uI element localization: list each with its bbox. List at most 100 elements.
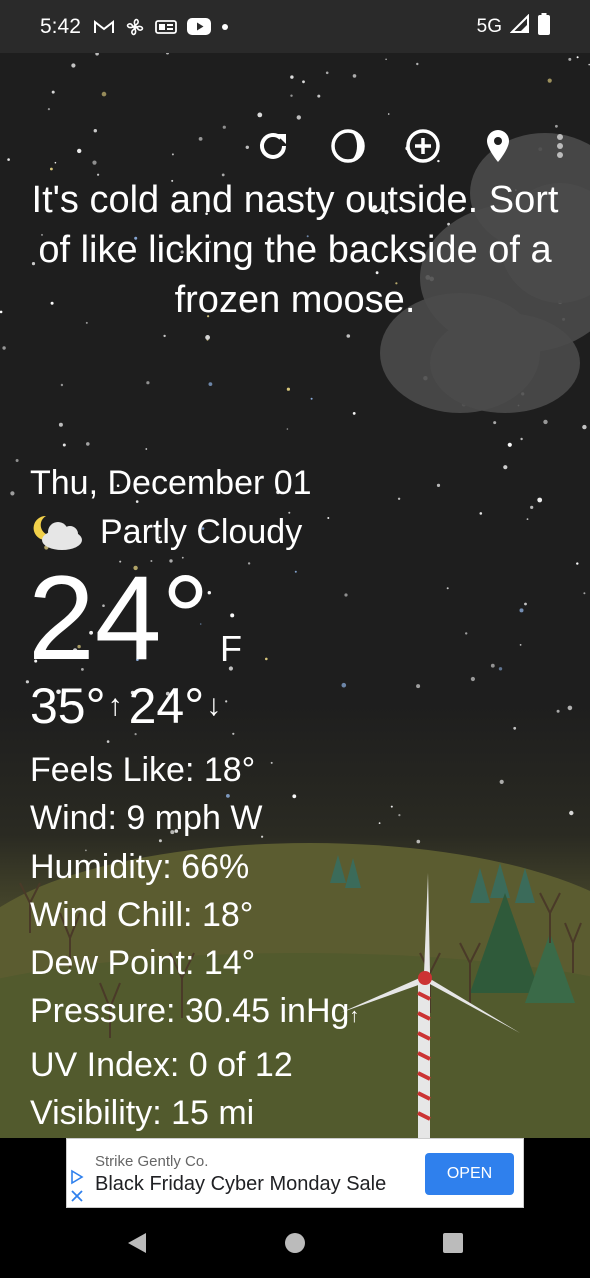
temperature-unit: F xyxy=(220,628,242,669)
star xyxy=(310,397,313,400)
add-location-button[interactable] xyxy=(404,127,442,165)
detail-wind-chill: Wind Chill: 18° xyxy=(30,891,359,939)
ad-open-button[interactable]: OPEN xyxy=(425,1153,514,1195)
star xyxy=(556,709,560,713)
battery-icon xyxy=(538,12,550,41)
star xyxy=(62,443,66,447)
star xyxy=(290,75,294,79)
detail-label: Feels Like: xyxy=(30,751,195,789)
current-temperature: 24° xyxy=(28,551,210,685)
add-location-icon xyxy=(406,129,440,163)
star xyxy=(95,53,99,56)
star xyxy=(325,71,329,75)
detail-pressure: Pressure: 30.45 inHg↑ xyxy=(30,987,359,1040)
star xyxy=(86,442,90,446)
star xyxy=(479,512,483,515)
star xyxy=(519,644,522,646)
star xyxy=(92,160,97,165)
fan-icon xyxy=(125,17,145,37)
star xyxy=(436,483,441,487)
star xyxy=(222,125,226,129)
star xyxy=(286,428,289,430)
star xyxy=(265,657,268,661)
home-icon xyxy=(285,1233,305,1253)
star xyxy=(513,726,517,730)
status-right: 5G xyxy=(477,12,550,41)
detail-value: 30.45 inHg xyxy=(184,992,350,1031)
star xyxy=(302,80,305,84)
refresh-icon xyxy=(260,132,286,159)
star xyxy=(576,56,579,59)
back-icon xyxy=(128,1233,146,1253)
detail-dew-point: Dew Point: 14° xyxy=(30,939,359,987)
star xyxy=(247,562,251,565)
star xyxy=(352,412,356,415)
star xyxy=(583,592,586,595)
detail-label: Pressure: xyxy=(30,992,176,1031)
detail-label: Wind: xyxy=(30,799,117,838)
star xyxy=(490,663,495,668)
home-button[interactable] xyxy=(282,1230,308,1256)
star xyxy=(498,667,503,671)
star xyxy=(290,94,293,97)
star xyxy=(346,334,351,338)
adchoices-icon[interactable] xyxy=(70,1169,84,1203)
detail-label: UV Index: xyxy=(30,1045,180,1084)
star xyxy=(10,491,15,496)
ad-title[interactable]: Black Friday Cyber Monday Sale xyxy=(95,1173,386,1196)
forecast-date: Thu, December 01 xyxy=(30,464,312,502)
star xyxy=(385,58,387,61)
detail-feels-like: Feels Like: 18° xyxy=(30,746,359,794)
ad-advertiser: Strike Gently Co. xyxy=(95,1153,209,1170)
more-options-button[interactable] xyxy=(554,127,566,165)
star xyxy=(398,814,401,817)
gmail-icon xyxy=(93,19,115,35)
star xyxy=(145,448,148,450)
navigation-bar xyxy=(0,1208,590,1278)
location-pin-icon xyxy=(487,130,509,162)
star xyxy=(232,732,235,735)
star xyxy=(547,78,552,83)
detail-label: Visibility: xyxy=(30,1094,162,1133)
star xyxy=(567,705,573,711)
star xyxy=(569,810,574,816)
high-temperature: 35° xyxy=(30,678,106,734)
star xyxy=(526,518,529,520)
star xyxy=(470,676,475,682)
star xyxy=(71,63,76,68)
current-condition: Partly Cloudy xyxy=(30,512,302,552)
star xyxy=(568,57,572,61)
star xyxy=(77,148,82,154)
star xyxy=(341,682,347,688)
star xyxy=(465,632,468,635)
ad-banner[interactable]: Strike Gently Co. Black Friday Cyber Mon… xyxy=(66,1138,524,1208)
star xyxy=(198,137,203,141)
star xyxy=(390,805,393,808)
recents-button[interactable] xyxy=(440,1230,466,1256)
star xyxy=(50,167,53,171)
star xyxy=(519,608,524,613)
star xyxy=(286,387,290,391)
detail-label: Humidity: xyxy=(30,847,172,886)
star xyxy=(257,112,263,118)
refresh-button[interactable] xyxy=(254,127,292,165)
low-temperature: 24° xyxy=(128,678,205,734)
star xyxy=(576,562,579,565)
detail-value: 15 mi xyxy=(171,1094,255,1133)
pressure-trend-icon: ↑ xyxy=(349,1005,360,1028)
youtube-icon xyxy=(186,18,211,35)
toolbar xyxy=(254,127,566,165)
moon-phase-button[interactable] xyxy=(329,127,367,165)
status-bar: 5:42 5G xyxy=(0,0,590,53)
location-button[interactable] xyxy=(479,127,517,165)
star xyxy=(101,91,107,97)
star xyxy=(47,108,51,111)
star xyxy=(106,740,110,743)
detail-label: Wind Chill: xyxy=(30,895,193,934)
back-button[interactable] xyxy=(124,1230,150,1256)
more-vert-icon xyxy=(557,134,563,158)
star xyxy=(507,442,512,447)
star xyxy=(543,419,548,425)
star xyxy=(163,334,166,338)
detail-uv-index: UV Index: 0 of 12 xyxy=(30,1041,359,1089)
